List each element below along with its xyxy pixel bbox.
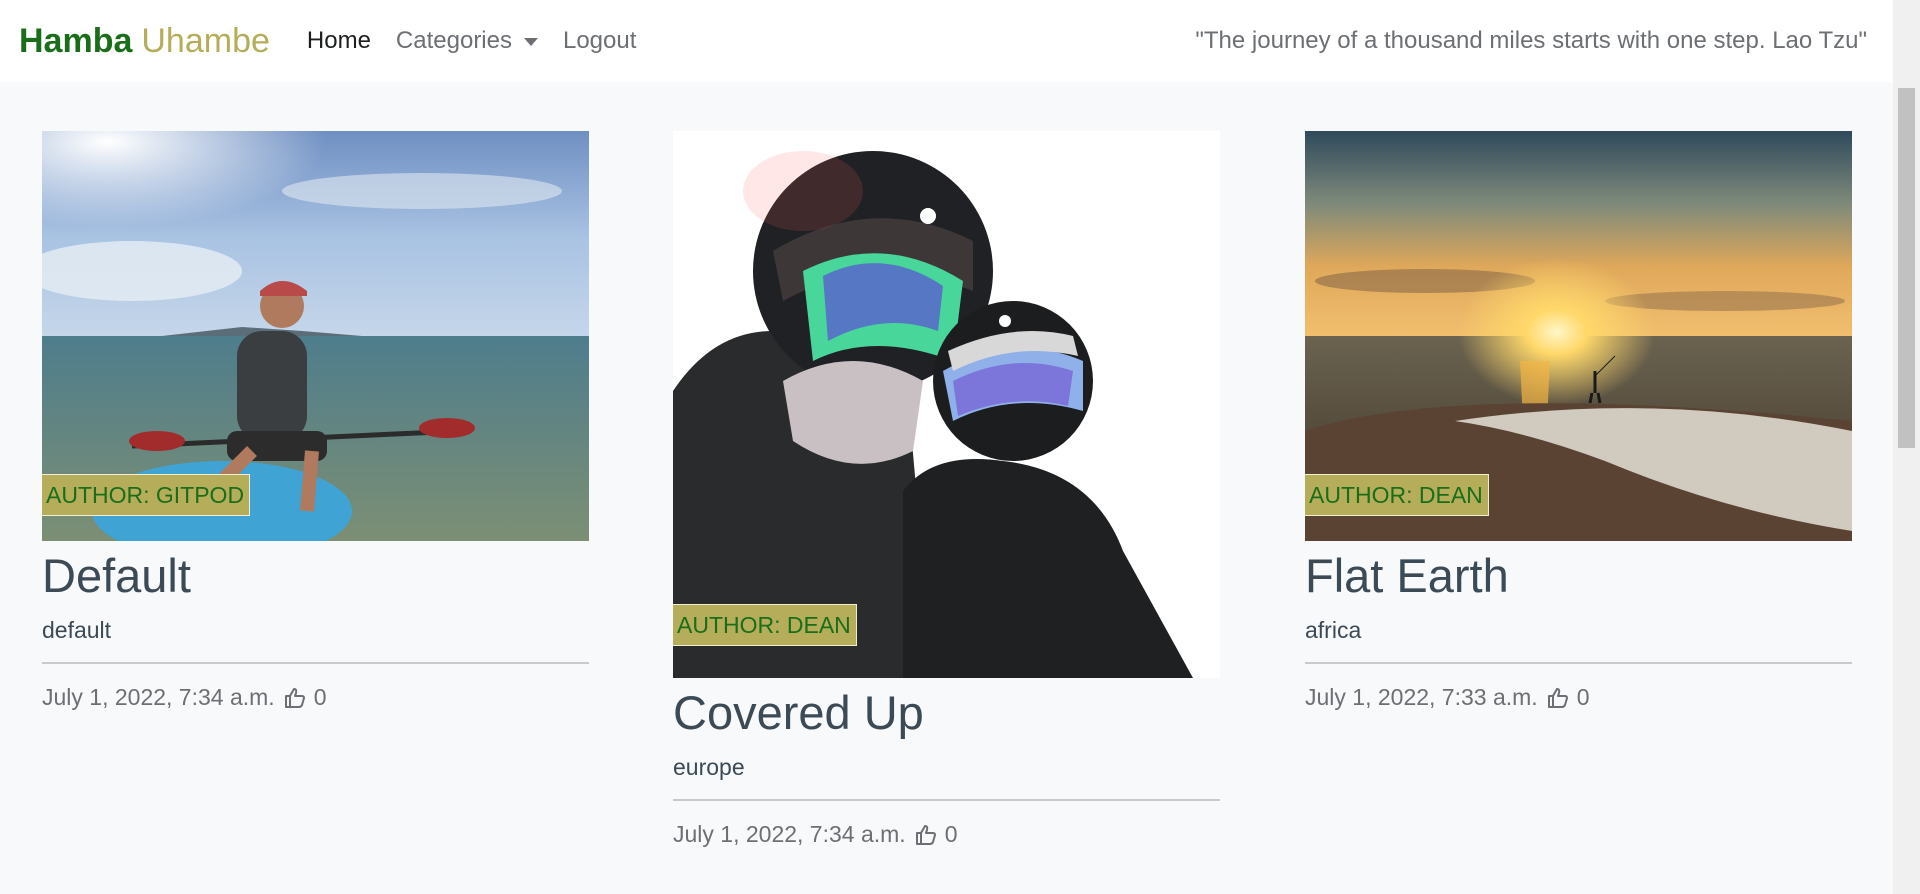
thumbs-up-icon[interactable] — [914, 823, 938, 847]
post-title[interactable]: Default — [42, 548, 589, 604]
brand-secondary: Uhambe — [141, 21, 270, 60]
page-scrollbar[interactable] — [1893, 0, 1920, 894]
author-badge: AUTHOR: GITPOD — [42, 474, 251, 516]
post-image[interactable]: AUTHOR: GITPOD — [42, 131, 589, 541]
card-divider — [42, 662, 589, 664]
post-excerpt: africa — [1305, 617, 1362, 643]
post-card[interactable]: AUTHOR: DEAN Flat Earth africa July 1, 2… — [1305, 131, 1852, 711]
top-navbar: Hamba Uhambe Home Categories Logout "The… — [0, 0, 1893, 82]
post-meta: July 1, 2022, 7:34 a.m. 0 — [42, 684, 589, 711]
post-image[interactable]: AUTHOR: DEAN — [1305, 131, 1852, 541]
post-excerpt: default — [42, 617, 112, 643]
post-date: July 1, 2022, 7:33 a.m. — [1305, 684, 1538, 710]
card-divider — [1305, 662, 1852, 664]
brand-logo[interactable]: Hamba Uhambe — [19, 22, 270, 61]
header-quote: "The journey of a thousand miles starts … — [1195, 27, 1867, 54]
post-meta: July 1, 2022, 7:33 a.m. 0 — [1305, 684, 1852, 711]
post-meta: July 1, 2022, 7:34 a.m. 0 — [673, 821, 1220, 848]
nav-categories-label: Categories — [395, 27, 512, 54]
ski-selfie-photo — [673, 131, 1220, 678]
thumbs-up-icon[interactable] — [1546, 686, 1570, 710]
like-count: 0 — [1576, 684, 1590, 710]
thumbs-up-icon[interactable] — [283, 686, 307, 710]
post-image[interactable]: AUTHOR: DEAN — [673, 131, 1220, 678]
caret-down-icon — [523, 38, 538, 46]
like-count: 0 — [313, 684, 327, 710]
post-card[interactable]: AUTHOR: DEAN Covered Up europe July 1, 2… — [673, 131, 1220, 848]
like-count: 0 — [944, 821, 958, 847]
post-excerpt: europe — [673, 754, 745, 780]
author-badge: AUTHOR: DEAN — [1305, 474, 1489, 516]
nav-logout-link[interactable]: Logout — [563, 27, 636, 55]
card-divider — [673, 799, 1220, 801]
post-title[interactable]: Flat Earth — [1305, 548, 1852, 604]
nav-categories-dropdown[interactable]: Categories — [396, 27, 538, 55]
author-badge: AUTHOR: DEAN — [673, 604, 857, 646]
post-card[interactable]: AUTHOR: GITPOD Default default July 1, 2… — [42, 131, 589, 711]
brand-primary: Hamba — [19, 21, 133, 60]
post-date: July 1, 2022, 7:34 a.m. — [42, 684, 275, 710]
post-title[interactable]: Covered Up — [673, 685, 1220, 741]
nav-home-link[interactable]: Home — [307, 27, 371, 55]
scrollbar-thumb[interactable] — [1898, 88, 1915, 448]
post-date: July 1, 2022, 7:34 a.m. — [673, 821, 906, 847]
